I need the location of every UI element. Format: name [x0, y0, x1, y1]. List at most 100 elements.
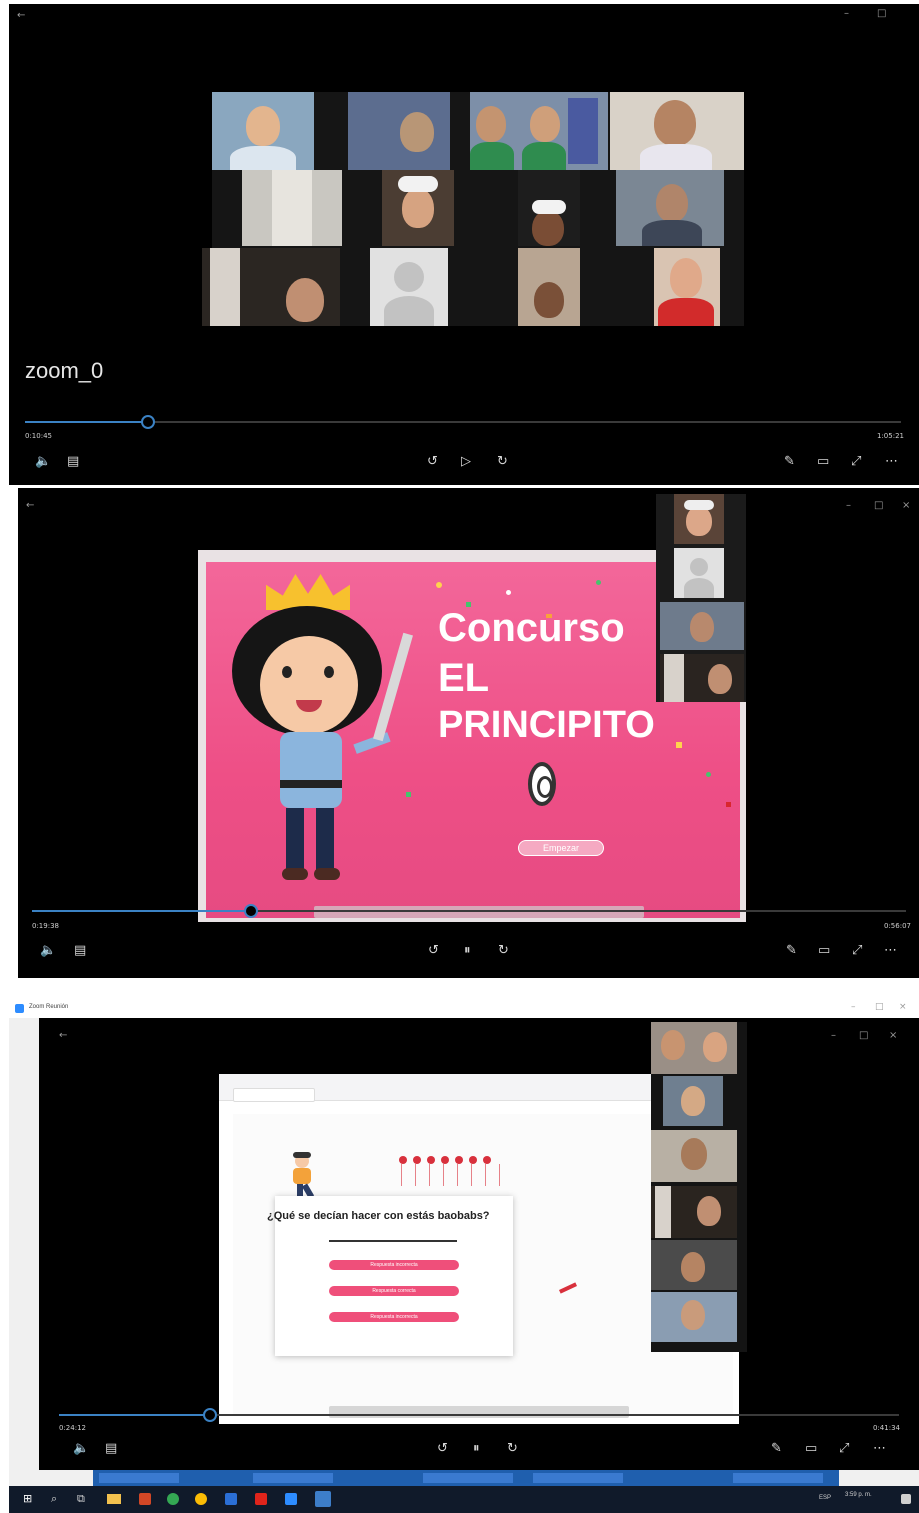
more-icon[interactable]: ⋯	[873, 1442, 886, 1456]
participant-tile	[470, 92, 608, 170]
more-icon[interactable]: ⋯	[884, 944, 897, 958]
video-player-1: ← – □ zoom_0 0:10:45 1:05:21 🔈 ▤ ↺ ▷ ↻ ✎…	[9, 4, 919, 485]
skip-back-10-icon[interactable]: ↺	[427, 455, 438, 469]
seek-thumb[interactable]	[203, 1408, 218, 1422]
close-button[interactable]: ×	[899, 1002, 907, 1012]
participant-tile	[651, 1130, 737, 1182]
close-button[interactable]: ×	[889, 1030, 897, 1041]
skip-back-10-icon[interactable]: ↺	[428, 944, 439, 958]
seek-bar[interactable]	[59, 1408, 899, 1422]
skip-forward-30-icon[interactable]: ↻	[498, 944, 509, 958]
participant-tile-avatar	[674, 548, 724, 598]
seek-bar[interactable]	[25, 415, 901, 429]
seek-thumb[interactable]	[243, 904, 258, 918]
pause-icon[interactable]: ⏸	[464, 944, 471, 958]
video-player-3: ← – □ × ¿Qué se decían hacer con estás b…	[39, 1018, 919, 1470]
seek-bar[interactable]	[32, 904, 906, 918]
participant-tile	[616, 170, 724, 246]
zoom-taskbar-icon[interactable]	[315, 1491, 331, 1507]
task-view-icon[interactable]: ⧉	[77, 1492, 85, 1506]
answer-button-3[interactable]: Respuesta incorrecta	[329, 1312, 459, 1322]
back-arrow-icon[interactable]: ←	[59, 1030, 67, 1041]
participant-tile	[651, 1292, 737, 1342]
video-player-2: ← – □ × Concurso EL PRINCIPITO Empezar 0…	[18, 488, 919, 978]
maximize-button[interactable]: □	[877, 8, 886, 19]
miniplayer-icon[interactable]: ▭	[818, 944, 830, 958]
minimize-button[interactable]: –	[851, 1002, 856, 1012]
zoom-title-bar: Zoom Reunión – □ ×	[9, 1000, 919, 1018]
start-button[interactable]: Empezar	[518, 840, 604, 856]
close-button[interactable]: ×	[902, 500, 910, 511]
participant-tile	[348, 92, 450, 170]
captions-icon[interactable]: ▤	[105, 1442, 117, 1456]
miniplayer-icon[interactable]: ▭	[805, 1442, 817, 1456]
zoom-toolbar	[314, 906, 644, 918]
maximize-button[interactable]: □	[875, 1002, 884, 1012]
participant-tile	[202, 248, 340, 326]
search-icon[interactable]: ⌕	[51, 1492, 57, 1506]
target-icon	[528, 762, 556, 806]
tray-clock: 3:59 p. m.	[845, 1492, 872, 1498]
participant-tile-avatar	[370, 248, 448, 326]
answer-button-1[interactable]: Respuesta incorrecta	[329, 1260, 459, 1270]
windows-start-icon[interactable]: ⊞	[23, 1492, 32, 1506]
maximize-button[interactable]: □	[874, 500, 883, 511]
total-time: 1:05:21	[877, 432, 904, 440]
participant-tile	[610, 92, 744, 170]
pause-icon[interactable]: ⏸	[473, 1442, 480, 1456]
tray-language: ESP	[819, 1495, 832, 1501]
question-text: ¿Qué se decían hacer con estás baobabs?	[267, 1210, 490, 1222]
captions-icon[interactable]: ▤	[74, 944, 86, 958]
seek-bar-progress	[59, 1414, 211, 1416]
powerpoint-icon[interactable]	[139, 1493, 151, 1505]
participant-strip	[651, 1022, 747, 1352]
minimize-button[interactable]: –	[844, 8, 849, 19]
captions-icon[interactable]: ▤	[67, 455, 79, 469]
fullscreen-icon[interactable]: ⤢	[851, 455, 861, 469]
participant-tile	[382, 170, 454, 246]
chrome-alt-icon[interactable]	[195, 1493, 207, 1505]
acrobat-icon[interactable]	[255, 1493, 267, 1505]
mail-icon[interactable]	[285, 1493, 297, 1505]
answer-button-2[interactable]: Respuesta correcta	[329, 1286, 459, 1296]
fullscreen-icon[interactable]: ⤢	[839, 1442, 849, 1456]
participant-tile	[212, 92, 314, 170]
pen-icon[interactable]: ✎	[784, 455, 795, 469]
slide-title-line3: PRINCIPITO	[438, 704, 655, 746]
skip-forward-30-icon[interactable]: ↻	[507, 1442, 518, 1456]
participant-tile	[651, 1022, 737, 1074]
participant-grid	[202, 92, 744, 326]
zoom-toolbar	[329, 1406, 629, 1418]
minimize-button[interactable]: –	[831, 1030, 836, 1041]
pen-icon[interactable]: ✎	[786, 944, 797, 958]
participant-tile	[518, 170, 580, 246]
participant-tile	[663, 1076, 723, 1126]
back-arrow-icon[interactable]: ←	[26, 500, 34, 511]
volume-icon[interactable]: 🔈	[35, 455, 51, 469]
notifications-icon[interactable]	[901, 1494, 911, 1504]
pen-icon[interactable]: ✎	[771, 1442, 782, 1456]
seek-thumb[interactable]	[140, 415, 155, 429]
skip-back-10-icon[interactable]: ↺	[437, 1442, 448, 1456]
volume-icon[interactable]: 🔈	[73, 1442, 89, 1456]
participant-tile	[651, 1186, 737, 1238]
app-icon[interactable]	[225, 1493, 237, 1505]
total-time: 0:41:34	[873, 1424, 900, 1432]
volume-icon[interactable]: 🔈	[40, 944, 56, 958]
participant-tile	[674, 494, 724, 544]
participant-tile	[242, 170, 342, 246]
more-icon[interactable]: ⋯	[885, 455, 898, 469]
maximize-button[interactable]: □	[859, 1030, 868, 1041]
miniplayer-icon[interactable]: ▭	[817, 455, 829, 469]
back-arrow-icon[interactable]: ←	[17, 10, 25, 21]
play-icon[interactable]: ▷	[461, 455, 471, 469]
chrome-icon[interactable]	[167, 1493, 179, 1505]
fullscreen-icon[interactable]: ⤢	[852, 944, 862, 958]
question-card: ¿Qué se decían hacer con estás baobabs? …	[267, 1196, 513, 1356]
participant-tile	[518, 248, 580, 326]
minimize-button[interactable]: –	[846, 500, 851, 511]
skip-forward-30-icon[interactable]: ↻	[497, 455, 508, 469]
slide-title-line2: EL	[438, 656, 490, 700]
file-explorer-icon[interactable]	[107, 1494, 121, 1504]
participant-tile	[660, 602, 744, 650]
